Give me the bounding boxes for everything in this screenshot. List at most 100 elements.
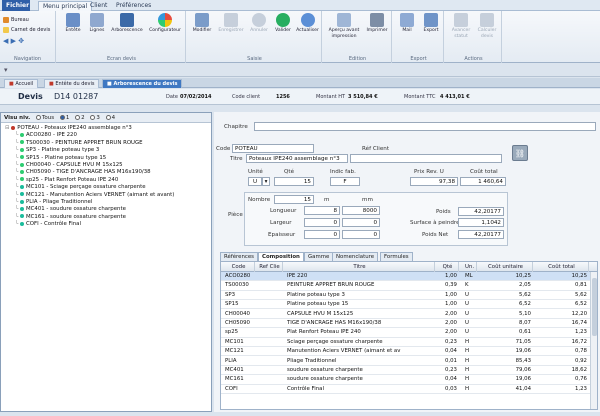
table-row[interactable]: MC161 soudure ossature charpente 0,04 H 19,0… (221, 375, 597, 385)
indic-fab-field[interactable]: F (330, 177, 360, 186)
avancer-statut-button[interactable]: Avancer statut (448, 13, 474, 40)
table-row[interactable]: MC121 Manutention Aciers VERNET (aimant e… (221, 347, 597, 357)
table-row[interactable]: MC101 Sciage perçage ossature charpente 0,… (221, 338, 597, 347)
tree-node[interactable]: ⊟ POTEAU - Poteaux IPE240 assemblage n°3 (5, 125, 132, 132)
apercu-button[interactable]: Aperçu avant impression (326, 13, 362, 40)
poids-net-field[interactable]: 42,20177 (458, 230, 504, 239)
table-row[interactable]: ACO0280 IPE 220 1,00 ML 10,25 10,25 (221, 272, 597, 282)
tab-client[interactable]: Client (86, 1, 111, 11)
tree-node[interactable]: └ TS00030 - PEINTURE APPRET BRUN ROUGE (15, 140, 143, 147)
tab-composition[interactable]: Composition (258, 252, 304, 261)
chevron-down-icon[interactable]: ▾ (4, 66, 8, 74)
epaisseur-mm-field[interactable]: 0 (342, 230, 380, 239)
unite-dropdown[interactable]: ▾ (262, 177, 270, 186)
scrollbar-thumb[interactable] (592, 278, 597, 336)
tree-node-label: SP3 - Platine poteau type 3 (25, 147, 100, 154)
prix-rev-field[interactable]: 97,38 (410, 177, 458, 186)
longueur-m-field[interactable]: 8 (304, 206, 340, 215)
enregistrer-button[interactable]: Enregistrer (216, 13, 246, 34)
radio-level-3[interactable] (90, 115, 96, 120)
table-row[interactable]: COFI Contrôle Final 0,03 H 41,04 1,23 (221, 385, 597, 394)
unite-field[interactable]: U (248, 177, 262, 186)
group-caption: Ecran devis (107, 56, 136, 62)
doc-tab-arborescence[interactable]: ■ Arborescence du devis (102, 79, 183, 88)
longueur-mm-field[interactable]: 8000 (342, 206, 380, 215)
poids-field[interactable]: 42,20177 (458, 207, 504, 216)
entete-button[interactable]: Entête (62, 13, 84, 34)
tree-node[interactable]: └ SP15 - Platine poteau type 15 (15, 155, 106, 162)
qte-field[interactable]: 15 (274, 177, 314, 186)
chapitre-field[interactable] (254, 122, 596, 131)
table-row[interactable]: PLIA Pliage Traditionnel 0,01 H 85,43 0,92 (221, 357, 597, 366)
tree-node[interactable]: └ sp25 - Plat Renfort Poteau IPE 240 (15, 177, 118, 184)
col-titre-header[interactable]: Titre (285, 262, 435, 272)
table-row[interactable]: MC401 soudure ossature charpente 0,23 H 79,0… (221, 366, 597, 376)
modifier-button[interactable]: Modifier (190, 13, 214, 34)
grid-scrollbar[interactable] (590, 272, 597, 409)
nav-carnet-devis[interactable]: Carnet de devis (3, 26, 50, 34)
cout-total-field[interactable]: 1 460,64 (460, 177, 506, 186)
doc-tab-entete[interactable]: ■ Entête du devis (44, 79, 100, 88)
doc-tab-accueil[interactable]: ■ Accueil (4, 79, 39, 88)
tree-node[interactable]: └ MC101 - Sciage perçage ossature charpe… (15, 184, 146, 191)
tab-fichier[interactable]: Fichier (2, 0, 30, 11)
col-code-header[interactable]: Code (223, 262, 255, 272)
valider-button[interactable]: Valider (272, 13, 294, 34)
export-button[interactable]: Export (420, 13, 442, 34)
tree-node[interactable]: └ ACO0280 - IPE 220 (15, 132, 77, 139)
largeur-mm-field[interactable]: 0 (342, 218, 380, 227)
col-unite-header[interactable]: Un. (463, 262, 477, 272)
arrow-left-icon[interactable]: ◀ (3, 37, 8, 45)
table-row[interactable]: sp25 Plat Renfort Poteau IPE 240 2,00 U 0,61… (221, 328, 597, 338)
link-icon[interactable]: ⛓ (512, 145, 528, 161)
tree-node[interactable]: └ MC121 - Manutention Aciers VERNET (aim… (15, 192, 174, 199)
lignes-button[interactable]: Lignes (86, 13, 108, 34)
tree-node[interactable]: └ CH00040 - CAPSULE HVU M 15x125 (15, 162, 123, 169)
radio-level-4[interactable] (105, 115, 111, 120)
imprimer-button[interactable]: Imprimer (364, 13, 390, 34)
tree-node[interactable]: └ COFI - Contrôle Final (15, 221, 81, 228)
tree-node[interactable]: └ MC161 - soudure ossature charpente (15, 214, 126, 221)
col-qte-header[interactable]: Qté (437, 262, 459, 272)
tab-formules[interactable]: Formules (380, 252, 413, 261)
tab-preferences[interactable]: Préférences (112, 1, 155, 11)
nav-bureau[interactable]: Bureau (3, 16, 29, 24)
col-cout-total-header[interactable]: Coût total (535, 262, 589, 272)
radio-level-1[interactable] (59, 115, 65, 120)
configurateur-button[interactable]: Configurateur (146, 13, 184, 34)
col-code-cell: SP3 (225, 291, 236, 298)
col-cout-unitaire-cell: 19,06 (515, 376, 531, 383)
nombre-field[interactable]: 15 (274, 195, 314, 204)
col-cout-unitaire-header[interactable]: Coût unitaire (479, 262, 533, 272)
epaisseur-m-field[interactable]: 0 (304, 230, 340, 239)
arborescence-button[interactable]: Arborescence (110, 13, 144, 34)
table-row[interactable]: CH00040 CAPSULE HVU M 15x125 2,00 U 5,10 12,2… (221, 310, 597, 319)
tree-node[interactable]: └ SP3 - Platine poteau type 3 (15, 147, 99, 154)
mail-button[interactable]: Mail (396, 13, 418, 34)
radio-tous[interactable] (35, 115, 41, 120)
table-row[interactable]: TS00030 PEINTURE APPRET BRUN ROUGE 0,39 K 2,… (221, 281, 597, 291)
table-row[interactable]: SP15 Platine poteau type 15 1,00 U 6,52 6,52 (221, 300, 597, 310)
ref-client-field[interactable] (350, 154, 502, 163)
titre-field[interactable]: Poteaux IPE240 assemblage n°3 (246, 154, 348, 163)
annuler-button[interactable]: Annuler (248, 13, 270, 34)
tab-gamme[interactable]: Gamme (304, 252, 334, 261)
tree-node[interactable]: └ CH05090 - TIGE D'ANCRAGE HAS M16x190/3… (15, 169, 151, 176)
tab-menu-principal[interactable]: Menu principal (38, 1, 93, 11)
table-row[interactable]: CH05090 TIGE D'ANCRAGE HAS M16x190/38 2,00… (221, 319, 597, 329)
tree-node[interactable]: └ PLIA - Pliage Traditionnel (15, 199, 92, 206)
arrow-right-icon[interactable]: ▶ (11, 37, 16, 45)
radio-level-2[interactable] (75, 115, 81, 120)
tree-node[interactable]: └ MC401 - soudure ossature charpente (15, 206, 126, 213)
actualiser-button[interactable]: Actualiser (294, 13, 321, 34)
col-ref-client-header[interactable]: Ref Clie (257, 262, 283, 272)
table-row[interactable]: SP3 Platine poteau type 3 1,00 U 5,62 5,62 (221, 291, 597, 300)
calculer-devis-button[interactable]: Calculer devis (474, 13, 500, 40)
tab-references[interactable]: Références (220, 252, 258, 261)
nav-arrows[interactable]: ◀ ▶ ✥ (3, 37, 24, 45)
move-icon[interactable]: ✥ (18, 37, 24, 45)
code-field[interactable]: POTEAU (232, 144, 314, 153)
largeur-m-field[interactable]: 0 (304, 218, 340, 227)
surface-field[interactable]: 1,1042 (458, 218, 504, 227)
tab-nomenclature[interactable]: Nomenclature (332, 252, 379, 261)
